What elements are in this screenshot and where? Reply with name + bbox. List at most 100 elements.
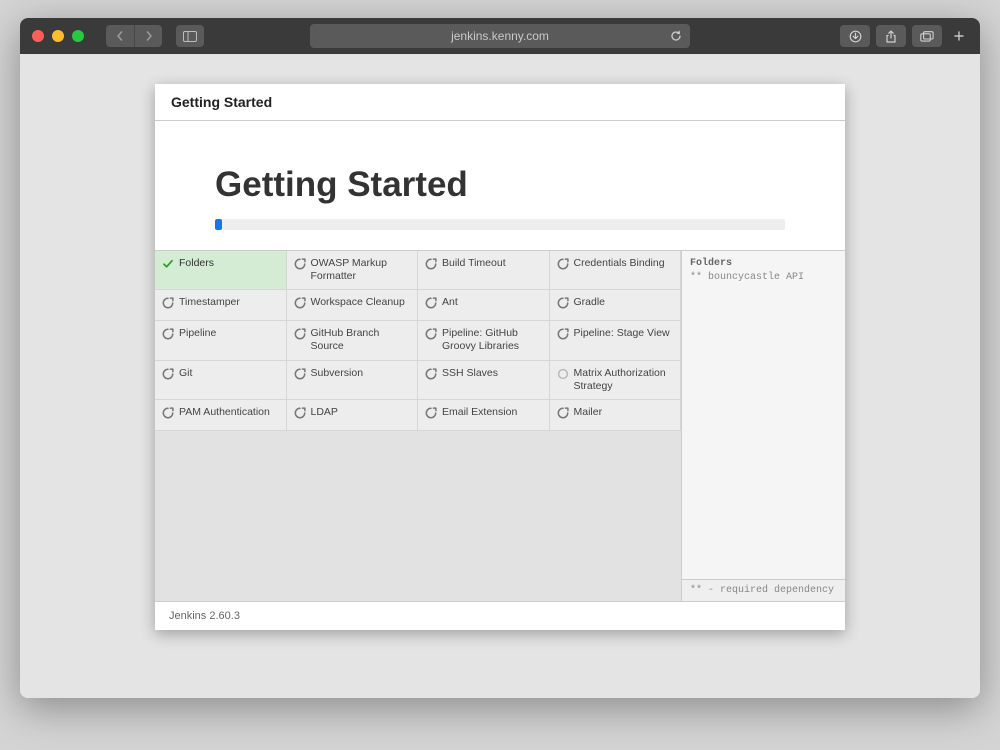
install-log-body: Folders ** bouncycastle API [682,251,845,579]
plugin-cell: LDAP [287,400,419,431]
plugin-name: Timestamper [179,296,240,309]
tabs-button[interactable] [912,25,942,47]
spinner-icon [424,406,438,420]
plugin-cell: Folders [155,251,287,290]
spinner-icon [161,296,175,310]
install-log-legend: ** - required dependency [682,579,845,601]
install-progress-bar [215,219,785,230]
spinner-icon [161,327,175,341]
check-icon [161,257,175,271]
plugin-cell: Git [155,361,287,400]
download-icon [849,30,862,43]
plugin-cell: Gradle [550,290,682,321]
wizard-footer: Jenkins 2.60.3 [155,601,845,630]
plugin-name: PAM Authentication [179,406,270,419]
spinner-icon [424,296,438,310]
spinner-icon [293,296,307,310]
plugin-cell: PAM Authentication [155,400,287,431]
window-maximize-button[interactable] [72,30,84,42]
plugin-grid-filler [155,431,681,601]
plugin-cell: Ant [418,290,550,321]
sidebar-icon [183,31,197,42]
share-icon [885,30,897,43]
plugin-cell: OWASP Markup Formatter [287,251,419,290]
new-tab-button[interactable] [950,25,968,47]
plugin-name: Workspace Cleanup [311,296,405,309]
spinner-icon [556,296,570,310]
browser-titlebar: jenkins.kenny.com [20,18,980,54]
chevron-right-icon [144,31,154,41]
plugin-cell: Credentials Binding [550,251,682,290]
plugin-name: Email Extension [442,406,517,419]
tabs-icon [920,31,934,42]
spinner-icon [556,327,570,341]
plugin-name: Mailer [574,406,603,419]
install-log-current: Folders [690,257,837,271]
toolbar-right [840,25,968,47]
forward-button[interactable] [134,25,162,47]
reload-button[interactable] [670,30,682,42]
install-log-panel: Folders ** bouncycastle API ** - require… [681,251,845,601]
chevron-left-icon [115,31,125,41]
window-close-button[interactable] [32,30,44,42]
spinner-icon [161,406,175,420]
back-button[interactable] [106,25,134,47]
spinner-icon [556,257,570,271]
plugin-cell: Build Timeout [418,251,550,290]
plugin-cell: Pipeline [155,321,287,360]
plugin-cell: Workspace Cleanup [287,290,419,321]
spinner-icon [161,367,175,381]
plugin-name: LDAP [311,406,338,419]
spinner-icon [424,327,438,341]
nav-button-group [106,25,162,47]
plugin-cell: Pipeline: Stage View [550,321,682,360]
spinner-icon [424,367,438,381]
spinner-icon [293,327,307,341]
plugin-name: Build Timeout [442,257,506,270]
plugin-name: Subversion [311,367,364,380]
plugin-name: SSH Slaves [442,367,498,380]
page-viewport: Getting Started Getting Started Folders O… [20,54,980,698]
plugin-cell: Subversion [287,361,419,400]
window-controls [32,30,84,42]
spinner-icon [293,367,307,381]
plugin-name: Git [179,367,192,380]
plugin-cell: Mailer [550,400,682,431]
plugin-cell: Email Extension [418,400,550,431]
url-text: jenkins.kenny.com [451,29,549,43]
plugin-cell: Pipeline: GitHub Groovy Libraries [418,321,550,360]
spinner-icon [556,406,570,420]
plus-icon [954,31,964,41]
wizard-hero: Getting Started [155,121,845,250]
plugin-name: Gradle [574,296,606,309]
share-button[interactable] [876,25,906,47]
plugin-cell: Matrix Authorization Strategy [550,361,682,400]
spinner-icon [293,406,307,420]
url-bar[interactable]: jenkins.kenny.com [310,24,690,48]
spinner-icon [424,257,438,271]
plugin-name: GitHub Branch Source [311,327,412,353]
plugin-name: Credentials Binding [574,257,665,270]
jenkins-version: Jenkins 2.60.3 [169,610,240,622]
plugin-name: Pipeline: GitHub Groovy Libraries [442,327,543,353]
plugin-cell: SSH Slaves [418,361,550,400]
downloads-button[interactable] [840,25,870,47]
setup-wizard: Getting Started Getting Started Folders O… [155,84,845,630]
install-progress-fill [215,219,222,230]
plugin-cell: Timestamper [155,290,287,321]
plugin-name: Matrix Authorization Strategy [574,367,675,393]
sidebar-toggle-button[interactable] [176,25,204,47]
window-minimize-button[interactable] [52,30,64,42]
plugin-name: Pipeline: Stage View [574,327,670,340]
plugin-name: Pipeline [179,327,216,340]
wizard-breadcrumb: Getting Started [155,84,845,121]
spinner-icon [556,367,570,381]
install-log-line: ** bouncycastle API [690,271,837,285]
plugin-name: Folders [179,257,214,270]
wizard-body: Folders OWASP Markup Formatter Build Timeo… [155,250,845,601]
plugin-name: OWASP Markup Formatter [311,257,412,283]
page-title: Getting Started [215,165,785,205]
reload-icon [670,30,682,42]
plugin-cell: GitHub Branch Source [287,321,419,360]
breadcrumb-text: Getting Started [171,94,272,110]
